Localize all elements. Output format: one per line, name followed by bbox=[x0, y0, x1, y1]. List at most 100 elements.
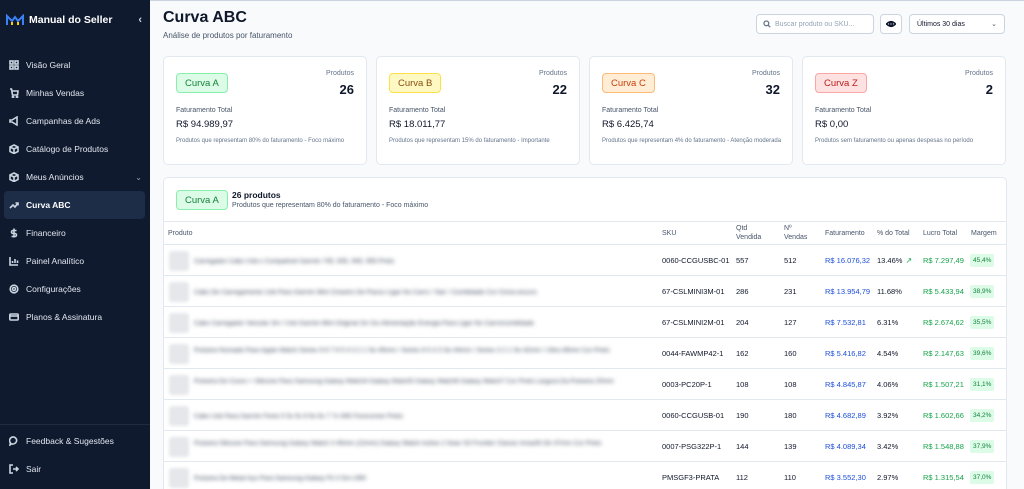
table-row[interactable]: Cabo Carregador Veicular 3m / Usb Garmin… bbox=[164, 307, 1006, 338]
products-label: Produtos bbox=[964, 70, 993, 77]
table-row[interactable]: Pulseira Silicone Para Samsung Galaxy Wa… bbox=[164, 431, 1006, 462]
vendas-cell: 127 bbox=[784, 318, 797, 327]
chevron-down-icon: ⌄ bbox=[991, 21, 997, 28]
logout-icon bbox=[9, 464, 19, 474]
table-row[interactable]: Pulseira Nomade Para Apple Watch Series … bbox=[164, 338, 1006, 369]
faturamento-cell: R$ 4.845,87 bbox=[825, 380, 866, 389]
qtd-cell: 204 bbox=[736, 318, 749, 327]
revenue-label: Faturamento Total bbox=[815, 107, 872, 114]
sidebar-item-curva-abc[interactable]: Curva ABC bbox=[4, 191, 145, 219]
revenue-label: Faturamento Total bbox=[389, 107, 446, 114]
credit-card-icon bbox=[9, 312, 19, 322]
product-thumbnail bbox=[169, 375, 189, 395]
col-margem[interactable]: Margem bbox=[971, 229, 997, 238]
lucro-cell: R$ 5.433,94 bbox=[923, 287, 964, 296]
sidebar-item-label: Curva ABC bbox=[26, 200, 71, 210]
lucro-cell: R$ 1.548,88 bbox=[923, 442, 964, 451]
sidebar-item-label: Catálogo de Produtos bbox=[26, 144, 109, 154]
search-icon bbox=[763, 20, 771, 28]
sidebar-item-financeiro[interactable]: Financeiro bbox=[0, 219, 150, 247]
sidebar-item-catalogo[interactable]: Catálogo de Produtos bbox=[0, 135, 150, 163]
sku-cell: PMSGF3-PRATA bbox=[662, 473, 720, 482]
margem-badge: 45,4% bbox=[970, 254, 995, 267]
margem-badge: 35,5% bbox=[970, 316, 995, 329]
period-select[interactable]: Últimos 30 dias ⌄ bbox=[909, 14, 1005, 34]
sku-cell: 0044-FAWMP42-1 bbox=[662, 349, 724, 358]
sidebar-item-campanhas[interactable]: Campanhas de Ads bbox=[0, 107, 150, 135]
col-pct-total[interactable]: % do Total bbox=[877, 229, 910, 238]
col-produto[interactable]: Produto bbox=[168, 229, 193, 238]
curve-summary-cards: Curva A Produtos 26 Faturamento Total R$… bbox=[163, 56, 1007, 165]
sidebar-item-planos[interactable]: Planos & Assinatura bbox=[0, 303, 150, 331]
product-thumbnail bbox=[169, 282, 189, 302]
pct-cell: 4.06% bbox=[877, 380, 899, 389]
revenue-label: Faturamento Total bbox=[602, 107, 659, 114]
product-name[interactable]: Pulseira Nomade Para Apple Watch Series … bbox=[194, 346, 634, 355]
qtd-cell: 144 bbox=[736, 442, 749, 451]
faturamento-cell: R$ 13.954,79 bbox=[825, 287, 871, 296]
col-n-vendas[interactable]: Nº Vendas bbox=[784, 224, 807, 242]
page-title: Curva ABC bbox=[163, 9, 247, 26]
card-curva-a[interactable]: Curva A Produtos 26 Faturamento Total R$… bbox=[163, 56, 367, 165]
card-curva-b[interactable]: Curva B Produtos 22 Faturamento Total R$… bbox=[376, 56, 580, 165]
product-thumbnail bbox=[169, 468, 189, 488]
product-name[interactable]: Pulseira De Couro + Silicone Para Samsun… bbox=[194, 377, 634, 386]
collapse-sidebar-icon[interactable]: ‹ bbox=[138, 14, 142, 26]
product-name[interactable]: Cabo Carregador Veicular 3m / Usb Garmin… bbox=[194, 319, 634, 328]
qtd-cell: 112 bbox=[736, 473, 748, 482]
brand[interactable]: Manual do Seller ‹ bbox=[0, 0, 150, 40]
sidebar-item-label: Painel Analítico bbox=[26, 256, 85, 266]
pct-cell: 3.92% bbox=[877, 411, 899, 420]
margem-badge: 37,9% bbox=[970, 440, 995, 453]
sidebar-item-label: Campanhas de Ads bbox=[26, 116, 101, 126]
qtd-cell: 108 bbox=[736, 380, 749, 389]
product-name[interactable]: Pulseira Silicone Para Samsung Galaxy Wa… bbox=[194, 439, 634, 448]
products-label: Produtos bbox=[751, 70, 780, 77]
dollar-icon bbox=[9, 228, 19, 238]
brand-name: Manual do Seller bbox=[29, 14, 113, 26]
card-curva-z[interactable]: Curva Z Produtos 2 Faturamento Total R$ … bbox=[802, 56, 1006, 165]
products-label: Produtos bbox=[325, 70, 354, 77]
table-row[interactable]: Cabo De Carregamento Usb Para Garmin Min… bbox=[164, 276, 1006, 307]
page-subtitle: Análise de produtos por faturamento bbox=[163, 31, 293, 40]
table-row[interactable]: Cabo Usb Para Garmin Fenix 5 5x 5s 6 6x … bbox=[164, 400, 1006, 431]
section-title: 26 produtos bbox=[232, 190, 281, 200]
table-row[interactable]: Pulseira De Metal Aço Para Samsung Galax… bbox=[164, 462, 1006, 489]
product-thumbnail bbox=[169, 406, 189, 426]
sidebar-item-configuracoes[interactable]: Configurações bbox=[0, 275, 150, 303]
product-name[interactable]: Pulseira De Metal Aço Para Samsung Galax… bbox=[194, 474, 634, 483]
feedback-button[interactable]: Feedback & Sugestões bbox=[0, 427, 150, 455]
product-name[interactable]: Carregador Cabo Usb-c Compatível Garmin … bbox=[194, 257, 634, 266]
toggle-visibility-button[interactable] bbox=[880, 14, 902, 34]
col-lucro-total[interactable]: Lucro Total bbox=[923, 229, 957, 238]
table-row[interactable]: Pulseira De Couro + Silicone Para Samsun… bbox=[164, 369, 1006, 400]
sidebar-item-meus-anuncios[interactable]: Meus Anúncios ⌄ bbox=[0, 163, 150, 191]
sidebar-item-painel-analitico[interactable]: Painel Analítico bbox=[0, 247, 150, 275]
faturamento-cell: R$ 4.089,34 bbox=[825, 442, 866, 451]
bar-chart-icon bbox=[9, 256, 19, 266]
col-sku[interactable]: SKU bbox=[662, 229, 676, 238]
logout-button[interactable]: Sair bbox=[0, 455, 150, 483]
product-name[interactable]: Cabo Usb Para Garmin Fenix 5 5x 5s 6 6x … bbox=[194, 412, 634, 421]
margem-badge: 37,0% bbox=[970, 471, 995, 484]
product-name[interactable]: Cabo De Carregamento Usb Para Garmin Min… bbox=[194, 288, 634, 297]
sidebar-item-visao-geral[interactable]: Visão Geral bbox=[0, 51, 150, 79]
vendas-cell: 180 bbox=[784, 411, 797, 420]
table-row[interactable]: Carregador Cabo Usb-c Compatível Garmin … bbox=[164, 245, 1006, 276]
product-thumbnail bbox=[169, 344, 189, 364]
logout-label: Sair bbox=[26, 464, 42, 474]
col-qtd-vendida[interactable]: Qtd Vendida bbox=[736, 224, 761, 242]
table-header: Produto SKU Qtd Vendida Nº Vendas Faturame… bbox=[164, 221, 1006, 245]
sidebar-item-label: Minhas Vendas bbox=[26, 88, 85, 98]
trending-up-icon bbox=[9, 200, 19, 210]
section-badge: Curva A bbox=[176, 190, 228, 210]
search-placeholder: Buscar produto ou SKU... bbox=[775, 20, 855, 28]
search-input[interactable]: Buscar produto ou SKU... bbox=[756, 14, 874, 34]
col-faturamento[interactable]: Faturamento bbox=[825, 229, 865, 238]
dashboard-grid-icon bbox=[9, 60, 19, 70]
card-curva-c[interactable]: Curva C Produtos 32 Faturamento Total R$… bbox=[589, 56, 793, 165]
sidebar-item-minhas-vendas[interactable]: Minhas Vendas bbox=[0, 79, 150, 107]
chevron-down-icon[interactable]: ⌄ bbox=[135, 173, 142, 182]
sku-cell: 67-CSLMINI3M-01 bbox=[662, 287, 725, 296]
package-icon bbox=[9, 144, 19, 154]
